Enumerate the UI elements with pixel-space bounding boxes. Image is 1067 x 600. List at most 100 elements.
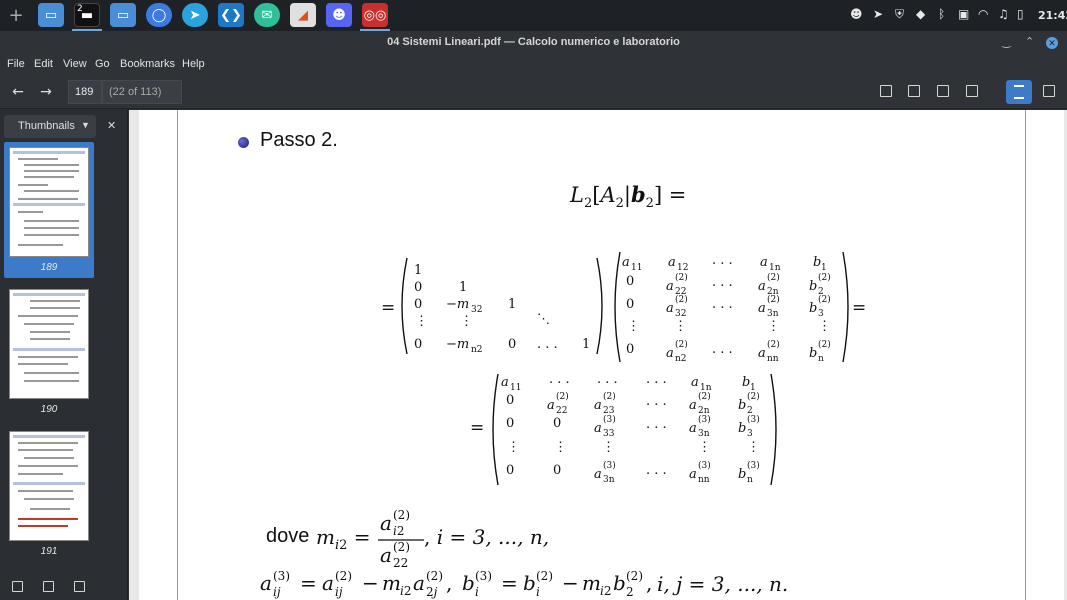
sidebar-mode-selector[interactable]: Thumbnails ▼: [4, 115, 96, 138]
svg-text:. . .: . . .: [646, 463, 667, 478]
battery-icon[interactable]: ▯: [1017, 7, 1024, 21]
svg-text:−m: −m: [446, 337, 469, 352]
add-icon[interactable]: +: [3, 3, 29, 27]
svg-text:0: 0: [506, 463, 514, 478]
taskbar: + ▭ 2 ▬ ▭ ◯ ➤ ❮❯ ✉ ◢ ☻ ◎◎ ☻ ➤ ⛨ ◆ ᛒ ▣ ◠ ♫…: [0, 0, 1067, 31]
discord-icon[interactable]: ☻: [326, 3, 352, 27]
svg-text:⋮: ⋮: [554, 440, 567, 455]
svg-text:(2): (2): [818, 339, 831, 350]
thumbnail-label: 190: [40, 404, 58, 415]
fit-icon[interactable]: [74, 581, 85, 592]
matlab-icon[interactable]: ◢: [290, 3, 316, 27]
fit-width-icon[interactable]: [966, 85, 978, 97]
mail-icon[interactable]: ✉: [254, 3, 280, 27]
zoom-out-icon[interactable]: [880, 85, 892, 97]
menu-edit[interactable]: Edit: [34, 58, 53, 70]
svg-text:. . .: . . .: [549, 372, 570, 387]
svg-text:1: 1: [821, 263, 827, 273]
svg-text:i: i: [475, 585, 479, 599]
files-icon[interactable]: ▭: [38, 3, 64, 27]
svg-text:(2): (2): [767, 339, 780, 350]
l2-matrix: 1 01 0 −m 32 1 ⋮ ⋮ ⋱ 0 −m n2 0. . .1: [401, 257, 603, 355]
svg-text:a: a: [413, 571, 425, 595]
expand-icon[interactable]: [43, 581, 54, 592]
vscode-icon[interactable]: ❮❯: [218, 3, 244, 27]
app-tray-icon[interactable]: ◆: [916, 7, 925, 21]
close-icon[interactable]: ✕: [1046, 37, 1058, 49]
svg-text:a: a: [666, 346, 674, 361]
svg-text:a: a: [260, 571, 272, 595]
equals-sign: =: [470, 418, 485, 438]
svg-text:(3): (3): [698, 460, 711, 471]
window-title: 04 Sistemi Lineari.pdf — Calcolo numeric…: [387, 36, 680, 48]
svg-text:b: b: [523, 571, 536, 595]
equals-sign: =: [852, 298, 867, 318]
svg-text:(2): (2): [698, 391, 711, 402]
svg-text:i2: i2: [600, 584, 611, 598]
svg-text:. . .: . . .: [712, 253, 733, 268]
svg-text:b: b: [809, 301, 817, 316]
maximize-icon[interactable]: ⌃: [1025, 35, 1034, 48]
thumbnail-page-190[interactable]: [9, 289, 89, 399]
menu-bookmarks[interactable]: Bookmarks: [120, 58, 175, 70]
svg-text:(3): (3): [747, 414, 760, 425]
svg-text:(2): (2): [767, 272, 780, 283]
menu-view[interactable]: View: [63, 58, 87, 70]
sidebar: Thumbnails ▼ ✕ 189 190 191: [0, 110, 128, 600]
svg-text:0: 0: [414, 280, 422, 295]
discord-tray-icon[interactable]: ☻: [850, 7, 863, 21]
svg-text:nn: nn: [767, 354, 779, 364]
page-number-input[interactable]: 189: [68, 80, 102, 104]
svg-text:m: m: [582, 571, 601, 595]
sidebar-bottom-bar: [0, 575, 128, 600]
svg-text:22: 22: [556, 406, 567, 416]
zoom-in-icon[interactable]: [908, 85, 920, 97]
svg-text:ij: ij: [335, 585, 343, 599]
document-viewer-icon[interactable]: ◎◎: [362, 3, 388, 27]
svg-text:0: 0: [626, 297, 634, 312]
menu-file[interactable]: File: [7, 58, 25, 70]
forward-arrow-icon[interactable]: →: [36, 82, 56, 102]
telegram-tray-icon[interactable]: ➤: [873, 7, 883, 21]
menu-help[interactable]: Help: [182, 58, 205, 70]
svg-text:a: a: [758, 301, 766, 316]
menu-bar: File Edit View Go Bookmarks Help: [0, 55, 1067, 75]
svg-text:0: 0: [414, 337, 422, 352]
terminal-icon[interactable]: 2 ▬: [74, 3, 100, 27]
svg-text:3n: 3n: [698, 429, 710, 439]
bluetooth-icon[interactable]: ᛒ: [938, 7, 945, 21]
clock[interactable]: 21:42: [1038, 9, 1067, 22]
telegram-icon[interactable]: ➤: [182, 3, 208, 27]
document-view[interactable]: Passo 2. L2[A2|b2] = = 1 01 0 −m 32 1 ⋮ ⋮ ⋱ 0…: [129, 110, 1067, 600]
dual-page-icon[interactable]: [1043, 85, 1055, 97]
fit-page-icon[interactable]: [937, 85, 949, 97]
svg-text:n2: n2: [471, 345, 483, 355]
music-icon[interactable]: ♫: [998, 7, 1009, 21]
svg-text:i2: i2: [393, 524, 404, 538]
shield-icon[interactable]: ⛨: [895, 7, 904, 22]
back-arrow-icon[interactable]: ←: [8, 82, 28, 102]
menu-go[interactable]: Go: [95, 58, 110, 70]
thumbnail-page-189[interactable]: [9, 147, 89, 257]
m-i2-symbol: mi2 =: [316, 525, 371, 553]
svg-text:a: a: [689, 467, 697, 482]
svg-text:(3): (3): [698, 414, 711, 425]
svg-text:33: 33: [603, 429, 615, 439]
chromium-icon[interactable]: ◯: [146, 3, 172, 27]
close-sidebar-icon[interactable]: ✕: [107, 119, 116, 132]
svg-text:0: 0: [553, 463, 561, 478]
svg-text:a: a: [689, 398, 697, 413]
continuous-view-button[interactable]: [1006, 80, 1032, 104]
svg-text:. . .: . . .: [712, 342, 733, 357]
folder-icon[interactable]: ▭: [110, 3, 136, 27]
clipboard-icon[interactable]: ▣: [958, 7, 969, 21]
svg-text:. . .: . . .: [646, 372, 667, 387]
svg-text:⋮: ⋮: [698, 440, 711, 455]
thumbnail-page-191[interactable]: [9, 431, 89, 541]
svg-text:b: b: [613, 571, 626, 595]
wifi-icon[interactable]: ◠: [978, 7, 988, 21]
svg-text:3: 3: [747, 429, 753, 439]
svg-text:b: b: [738, 398, 746, 413]
collapse-icon[interactable]: [12, 581, 23, 592]
minimize-icon[interactable]: ‿: [1002, 35, 1011, 48]
